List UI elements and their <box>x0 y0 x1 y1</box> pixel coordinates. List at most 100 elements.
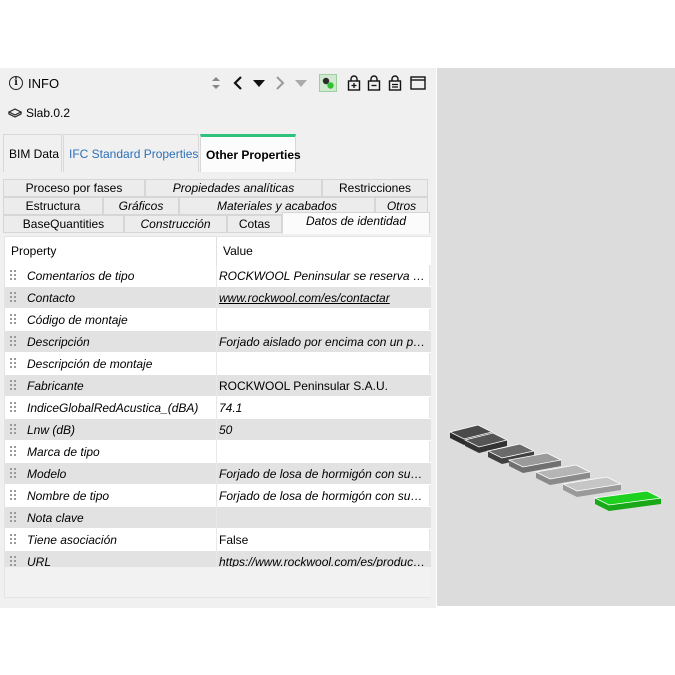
property-name: Nota clave <box>27 511 84 525</box>
tab-other-properties-label: Other Properties <box>206 147 301 162</box>
cell-divider <box>216 353 217 375</box>
cell-divider <box>216 265 217 287</box>
tab-ifc-standard-properties-label: IFC Standard Properties <box>69 146 199 161</box>
panel-title: INFO <box>28 76 60 91</box>
cell-divider <box>216 309 217 331</box>
drag-handle-icon[interactable] <box>10 556 16 567</box>
table-row[interactable]: Código de montaje <box>5 309 431 331</box>
subtab-construccion[interactable]: Construcción <box>124 215 227 233</box>
link-objects-icon[interactable] <box>319 74 337 92</box>
table-row[interactable]: Contacto www.rockwool.com/es/contactar <box>5 287 431 309</box>
tab-other-properties[interactable]: Other Properties <box>200 134 301 172</box>
object-name: Slab.0.2 <box>26 106 71 120</box>
table-row[interactable]: Fabricante ROCKWOOL Peninsular S.A.U. <box>5 375 431 397</box>
property-name: Nombre de tipo <box>27 489 110 503</box>
drag-handle-icon[interactable] <box>10 490 16 501</box>
property-value: 50 <box>219 423 233 437</box>
drag-handle-icon[interactable] <box>10 446 16 457</box>
cell-divider <box>216 463 217 485</box>
table-row[interactable]: Modelo Forjado de losa de hormigón con su… <box>5 463 431 485</box>
drag-handle-icon[interactable] <box>10 534 16 545</box>
drag-handle-icon[interactable] <box>10 314 16 325</box>
subtab-restricciones[interactable]: Restricciones <box>322 179 428 197</box>
dropdown-disabled-icon[interactable] <box>292 74 310 92</box>
drag-handle-icon[interactable] <box>10 292 16 303</box>
tab-bim-data-label: BIM Data <box>9 146 60 161</box>
cell-divider <box>216 287 217 309</box>
dropdown-down-icon[interactable] <box>250 74 268 92</box>
drag-handle-icon[interactable] <box>10 358 16 369</box>
cell-divider <box>216 331 217 353</box>
lock-list-icon[interactable] <box>386 74 404 92</box>
model-view[interactable] <box>437 68 675 606</box>
cell-divider <box>216 375 217 397</box>
property-name: Tiene asociación <box>27 533 117 547</box>
tab-ifc-standard-properties[interactable]: IFC Standard Properties <box>63 134 199 172</box>
drag-handle-icon[interactable] <box>10 424 16 435</box>
property-value: Forjado de losa de hormigón con suelo fl… <box>219 489 427 503</box>
panel-header: i INFO <box>0 68 436 98</box>
table-empty-area <box>5 567 431 597</box>
header-property[interactable]: Property <box>11 244 56 258</box>
table-row[interactable]: Lnw (dB) 50 <box>5 419 431 441</box>
property-value: ROCKWOOL Peninsular se reserva el derech… <box>219 269 427 283</box>
property-value: Forjado de losa de hormigón con suelo fl… <box>219 467 427 481</box>
lock-add-icon[interactable] <box>345 74 363 92</box>
subtab-estructura[interactable]: Estructura <box>3 197 103 215</box>
property-name: Comentarios de tipo <box>27 269 135 283</box>
drag-handle-icon[interactable] <box>10 468 16 479</box>
cell-divider <box>216 507 217 529</box>
subtab-proceso-por-fases[interactable]: Proceso por fases <box>3 179 145 197</box>
property-value: False <box>219 533 249 547</box>
property-name: Modelo <box>27 467 67 481</box>
subtab-cotas[interactable]: Cotas <box>227 215 282 233</box>
cell-divider <box>216 485 217 507</box>
cell-divider <box>216 441 217 463</box>
table-row[interactable]: Descripción Forjado aislado por encima co… <box>5 331 431 353</box>
property-value: 74.1 <box>219 401 243 415</box>
property-set-tabs: Proceso por fases Propiedades analíticas… <box>3 178 430 236</box>
cell-divider <box>216 397 217 419</box>
column-divider[interactable] <box>216 237 217 265</box>
window-icon[interactable] <box>409 74 427 92</box>
cell-divider <box>216 529 217 551</box>
table-row[interactable]: Marca de tipo <box>5 441 431 463</box>
table-row[interactable]: Tiene asociación False <box>5 529 431 551</box>
drag-handle-icon[interactable] <box>10 402 16 413</box>
drag-handle-icon[interactable] <box>10 380 16 391</box>
table-row[interactable]: Comentarios de tipo ROCKWOOL Peninsular s… <box>5 265 431 287</box>
property-name: Descripción de montaje <box>27 357 153 371</box>
table-header: Property Value <box>5 237 431 265</box>
table-row[interactable]: Nombre de tipo Forjado de losa de hormigó… <box>5 485 431 507</box>
property-name: Marca de tipo <box>27 445 100 459</box>
subtab-propiedades-analiticas[interactable]: Propiedades analíticas <box>145 179 322 197</box>
table-row[interactable]: IndiceGlobalRedAcustica_(dBA) 74.1 <box>5 397 431 419</box>
slab-icon <box>8 108 22 118</box>
property-name: Contacto <box>27 291 76 305</box>
info-icon: i <box>9 76 23 90</box>
property-value[interactable]: www.rockwool.com/es/contactar <box>219 291 427 305</box>
table-row[interactable]: Nota clave <box>5 507 431 529</box>
property-name: Lnw (dB) <box>27 423 76 437</box>
sort-updown-icon[interactable] <box>207 74 225 92</box>
cell-divider <box>216 419 217 441</box>
3d-viewport[interactable] <box>437 68 675 606</box>
drag-handle-icon[interactable] <box>10 512 16 523</box>
drag-handle-icon[interactable] <box>10 270 16 281</box>
subtab-datos-de-identidad[interactable]: Datos de identidad <box>282 212 430 234</box>
subtab-basequantities[interactable]: BaseQuantities <box>3 215 124 233</box>
table-row[interactable]: Descripción de montaje <box>5 353 431 375</box>
property-value: ROCKWOOL Peninsular S.A.U. <box>219 379 388 393</box>
properties-panel: i INFO Slab.0.2 BIM Data IFC Standard Pr… <box>0 68 436 608</box>
next-button[interactable] <box>271 74 289 92</box>
tab-bim-data[interactable]: BIM Data <box>3 134 62 172</box>
property-name: Código de montaje <box>27 313 128 327</box>
property-name: IndiceGlobalRedAcustica_(dBA) <box>27 401 199 415</box>
header-value[interactable]: Value <box>223 244 253 258</box>
property-name: Descripción <box>27 335 90 349</box>
subtab-graficos[interactable]: Gráficos <box>103 197 179 215</box>
previous-button[interactable] <box>229 74 247 92</box>
property-value: Forjado aislado por encima con un panel <box>219 335 427 349</box>
lock-remove-icon[interactable] <box>365 74 383 92</box>
drag-handle-icon[interactable] <box>10 336 16 347</box>
